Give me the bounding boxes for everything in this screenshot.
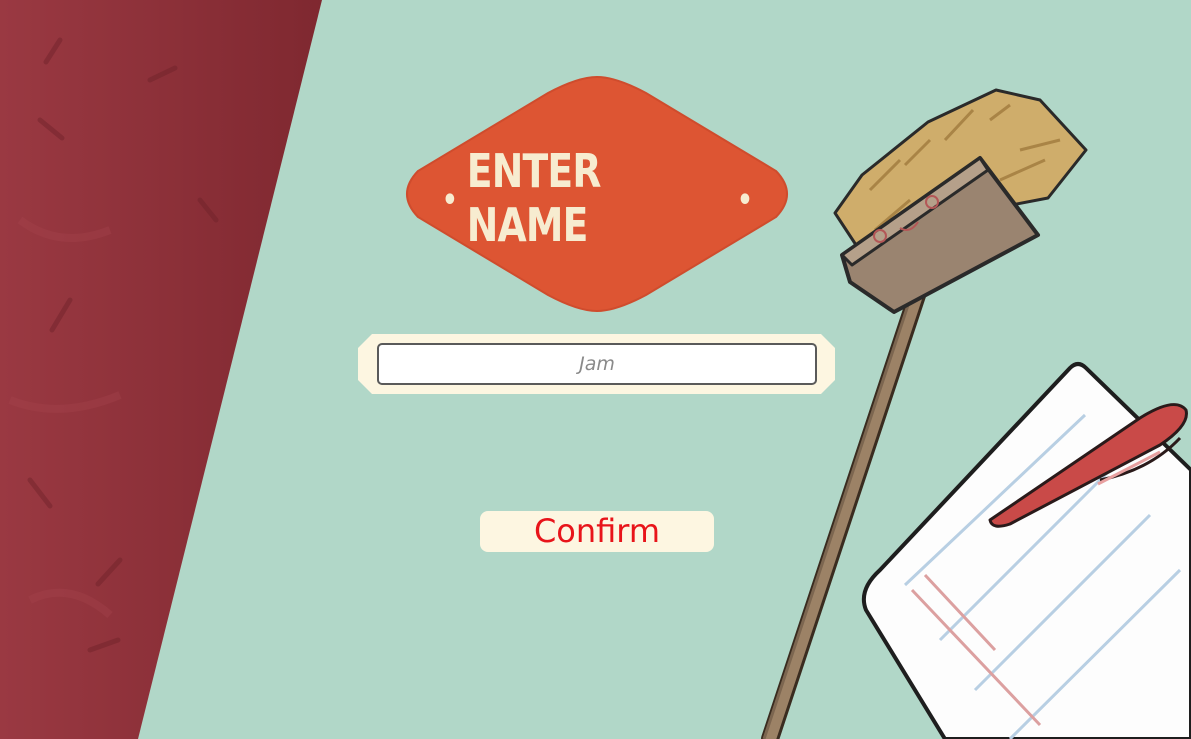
title-bullet-right: • [737, 182, 753, 218]
confirm-button[interactable]: Confirm [480, 511, 714, 552]
name-input[interactable] [377, 343, 817, 385]
red-curtain-panel [0, 0, 322, 739]
title-heading: • ENTER NAME • [432, 144, 762, 252]
title-label: ENTER NAME [466, 144, 602, 252]
title-bullet-left: • [442, 182, 458, 218]
